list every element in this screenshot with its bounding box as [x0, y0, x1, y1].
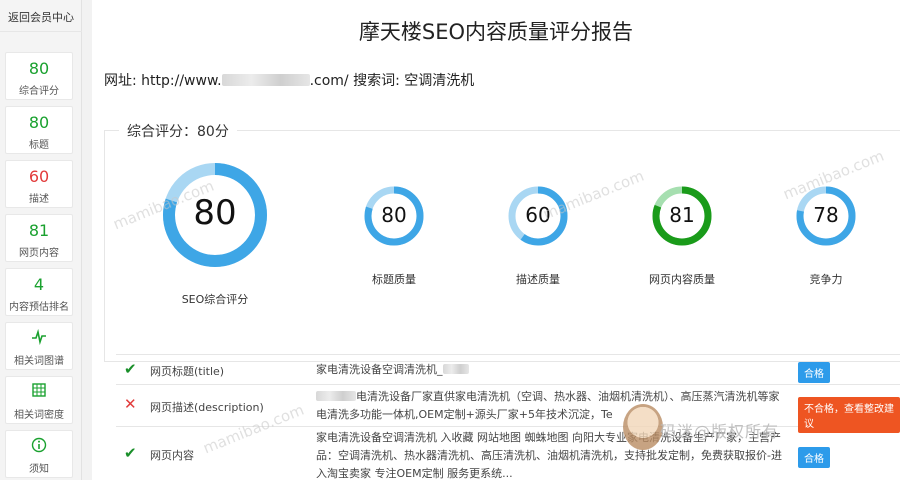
- gauge-label: 竞争力: [809, 273, 843, 286]
- sidebar-item-description[interactable]: 60 描述: [5, 160, 73, 208]
- page-title: 摩天楼SEO内容质量评分报告: [358, 20, 634, 44]
- gauge-label: 描述质量: [516, 273, 560, 286]
- sidebar-item-label: 综合评分: [19, 86, 59, 97]
- score-legend: 综合评分：80分: [119, 121, 237, 141]
- sidebar-item-label: 相关词图谱: [14, 356, 64, 367]
- grid-icon: [6, 383, 72, 403]
- sidebar-item-label: 相关词密度: [14, 410, 64, 421]
- copyright-stamp: 码迷@版权所有: [660, 422, 780, 441]
- row-content: 家电清洗设备空调清洗机_: [316, 361, 786, 379]
- score-panel: 综合评分：80分 80 SEO综合评分 80 标题质量 60 描述质量 81 网…: [104, 121, 900, 362]
- row-name: 网页标题(title): [150, 365, 225, 378]
- row-content-text: 家电清洗设备空调清洗机_: [316, 363, 443, 376]
- report-page: 返回会员中心 80 综合评分 80 标题 60 描述 81 网页内容 4 内容预…: [0, 0, 900, 480]
- blurred-text: [442, 364, 469, 374]
- sidebar-item-label: 内容预估排名: [9, 302, 69, 313]
- main-score-label: SEO综合评分: [181, 293, 249, 306]
- sidebar: 返回会员中心 80 综合评分 80 标题 60 描述 81 网页内容 4 内容预…: [0, 0, 82, 480]
- blurred-text: [316, 391, 356, 401]
- sidebar-item-page-content[interactable]: 81 网页内容: [5, 214, 73, 262]
- watermark-avatar: [623, 404, 663, 450]
- sidebar-item-value: 81: [28, 221, 50, 240]
- gauge-value: 78: [813, 203, 839, 227]
- sidebar-item-estimated-ranking[interactable]: 4 内容预估排名: [5, 268, 73, 316]
- row-content-text: 电清洗设备厂家直供家电清洗机（空调、热水器、油烟机清洗机）、高压蒸汽清洗机等家电…: [316, 390, 780, 421]
- sidebar-item-related-words-density[interactable]: 相关词密度: [5, 376, 73, 424]
- sidebar-item-value: 80: [28, 59, 50, 78]
- back-to-member-center-link[interactable]: 返回会员中心: [0, 4, 82, 32]
- sidebar-item-value: 60: [28, 167, 50, 186]
- competitiveness-gauge: 78 竞争力: [795, 185, 857, 286]
- sidebar-item-overall-score[interactable]: 80 综合评分: [5, 52, 73, 100]
- url-prefix: 网址: http://www.: [104, 73, 222, 89]
- check-table: ✔ 网页标题(title) 家电清洗设备空调清洗机_ 合格 ✕ 网页描述(des…: [116, 354, 900, 480]
- main-score-gauge: 80 SEO综合评分: [161, 161, 269, 306]
- content-quality-gauge: 81 网页内容质量: [649, 185, 715, 286]
- title-quality-gauge: 80 标题质量: [363, 185, 425, 286]
- check-icon: ✔: [124, 444, 137, 462]
- gauge-value: 60: [525, 203, 551, 227]
- table-row: ✔ 网页内容 家电清洗设备空调清洗机 入收藏 网站地图 蜘蛛地图 向阳大专业家电…: [116, 427, 900, 480]
- main-score-value: 80: [193, 193, 237, 233]
- sidebar-item-label: 描述: [29, 194, 49, 205]
- table-row: ✔ 网页标题(title) 家电清洗设备空调清洗机_ 合格: [116, 355, 900, 385]
- gauge-value: 80: [381, 203, 407, 227]
- sidebar-item-label: 网页内容: [19, 248, 59, 259]
- url-keyword-line: 网址: http://www. .com/ 搜索词: 空调清洗机: [104, 70, 474, 90]
- sidebar-item-title[interactable]: 80 标题: [5, 106, 73, 154]
- gauge-label: 标题质量: [372, 273, 416, 286]
- sidebar-item-label: 标题: [29, 140, 49, 151]
- check-icon: ✔: [124, 360, 137, 378]
- sidebar-item-label: 须知: [29, 464, 49, 475]
- description-quality-gauge: 60 描述质量: [507, 185, 569, 286]
- gauge-value: 81: [669, 203, 695, 227]
- sidebar-item-value: 4: [33, 275, 45, 294]
- blurred-domain: [221, 74, 310, 86]
- sidebar-item-related-words-graph[interactable]: 相关词图谱: [5, 322, 73, 370]
- pulse-icon: [6, 329, 72, 349]
- table-row: ✕ 网页描述(description) 电清洗设备厂家直供家电清洗机（空调、热水…: [116, 385, 900, 433]
- pass-badge[interactable]: 合格: [798, 362, 830, 383]
- row-name: 网页描述(description): [150, 401, 264, 414]
- sidebar-item-notice[interactable]: 须知: [5, 430, 73, 478]
- url-suffix: .com/ 搜索词: 空调清洗机: [309, 73, 475, 89]
- sidebar-item-value: 80: [28, 113, 50, 132]
- pass-badge[interactable]: 合格: [798, 447, 830, 468]
- info-icon: [6, 437, 72, 457]
- row-name: 网页内容: [150, 449, 194, 462]
- gauge-label: 网页内容质量: [649, 273, 715, 286]
- cross-icon: ✕: [124, 395, 137, 413]
